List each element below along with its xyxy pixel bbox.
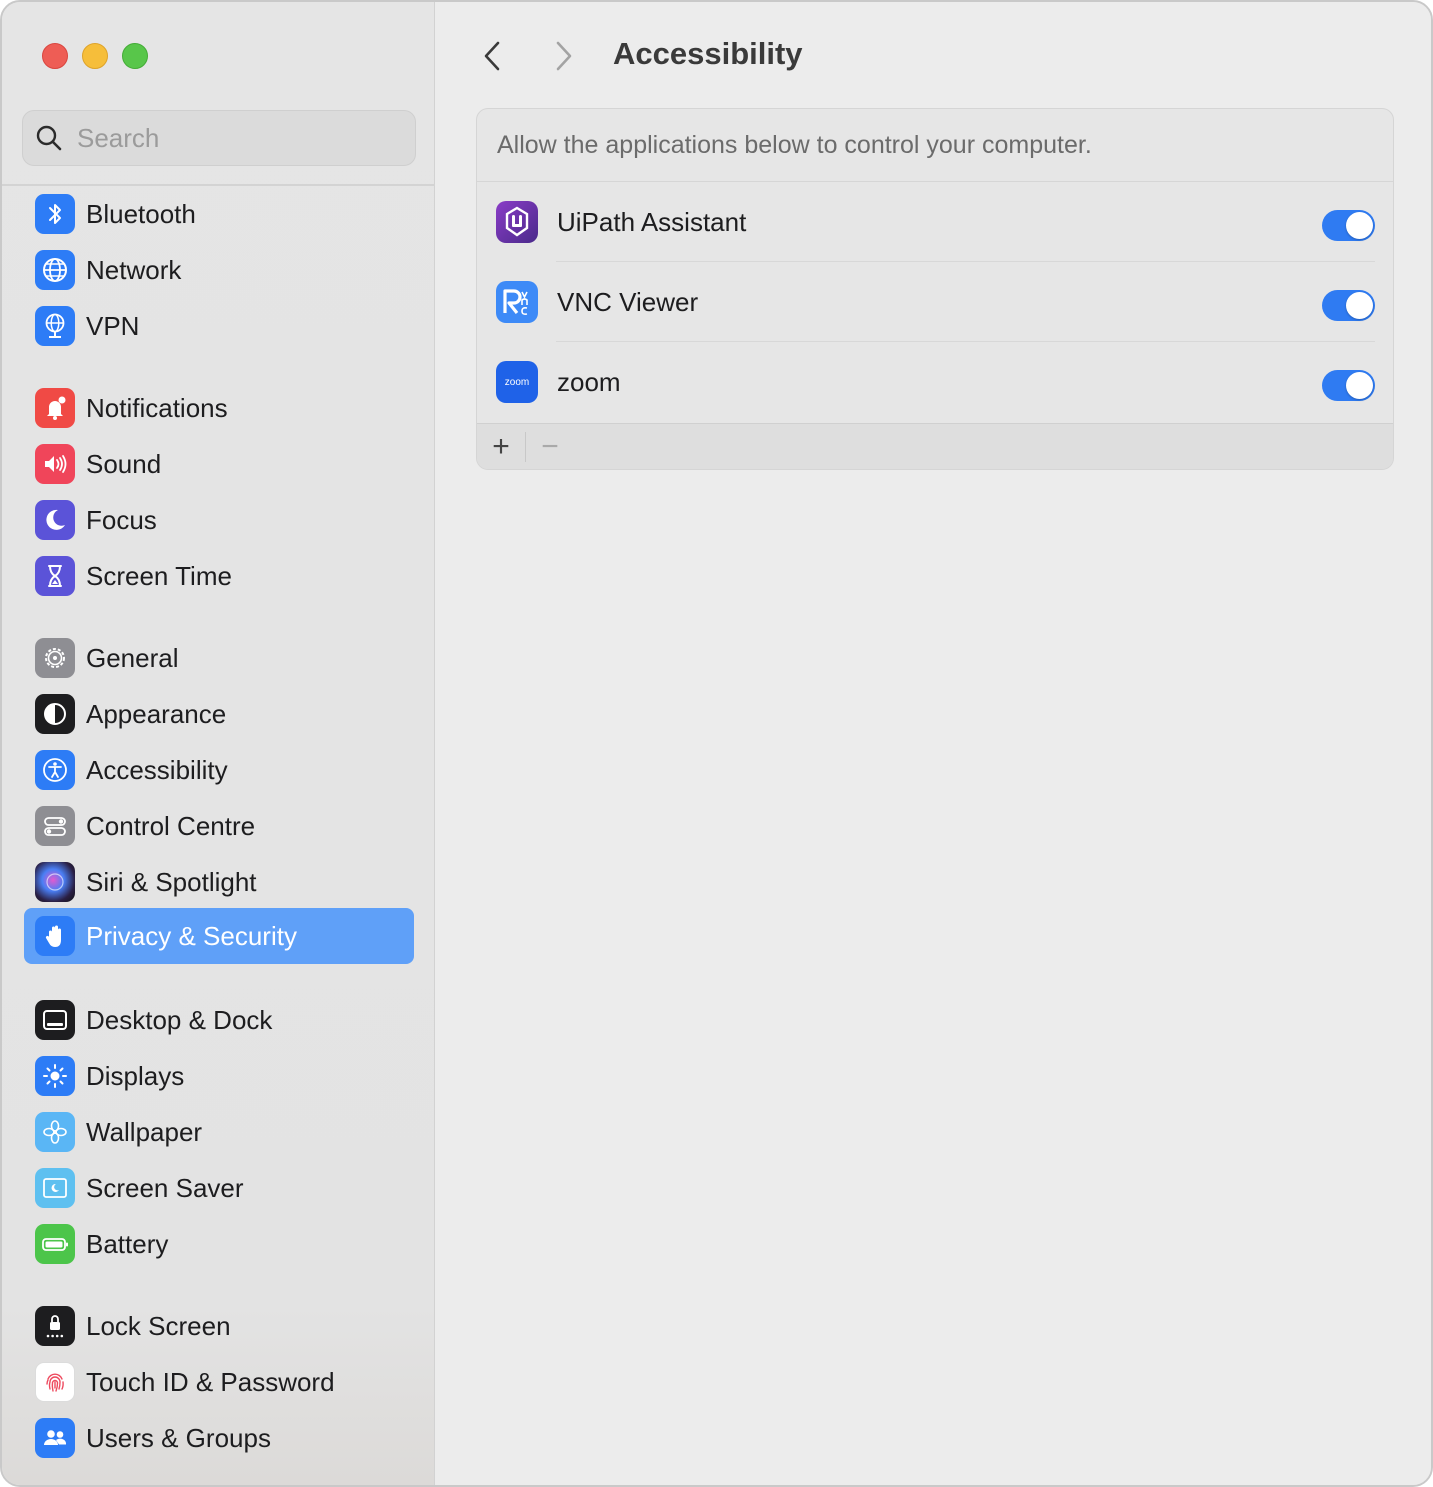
vpn-globe-icon [35,306,75,346]
sidebar-item-siri-spotlight[interactable]: Siri & Spotlight [24,854,414,910]
remove-app-button[interactable]: − [526,424,574,470]
flower-icon [35,1112,75,1152]
system-settings-window: Bluetooth Network VPN Notifications [0,0,1433,1487]
sidebar: Bluetooth Network VPN Notifications [2,2,435,1485]
sidebar-item-screen-time[interactable]: Screen Time [24,548,414,604]
chevron-right-icon [556,41,572,71]
bell-icon [35,388,75,428]
sidebar-item-label: Sound [86,448,162,479]
app-name: UiPath Assistant [557,206,747,237]
siri-icon [35,862,75,902]
sidebar-item-label: Control Centre [86,810,256,841]
sidebar-item-appearance[interactable]: Appearance [24,686,414,742]
toggle-knob [1346,372,1373,399]
vnc-viewer-app-icon [496,281,538,323]
toggle-knob [1346,292,1373,319]
speaker-icon [35,444,75,484]
sidebar-item-focus[interactable]: Focus [24,492,414,548]
sidebar-item-control-centre[interactable]: Control Centre [24,798,414,854]
main-content: Accessibility Allow the applications bel… [436,2,1431,1485]
app-name: zoom [557,366,621,397]
sidebar-item-wallpaper[interactable]: Wallpaper [24,1104,414,1160]
add-app-button[interactable]: + [477,424,525,470]
sidebar-item-label: General [86,642,179,673]
app-name: VNC Viewer [557,286,699,317]
sidebar-item-label: Battery [86,1228,169,1259]
moon-icon [35,500,75,540]
battery-icon [35,1224,75,1264]
hand-icon [35,916,75,956]
sidebar-item-displays[interactable]: Displays [24,1048,414,1104]
app-row-uipath-assistant: UiPath Assistant [477,182,1393,262]
app-row-zoom: zoom zoom [477,342,1393,422]
panel-footer: + − [477,423,1393,469]
zoom-window-button[interactable] [122,43,148,69]
sidebar-item-label: Accessibility [86,754,228,785]
chevron-left-icon [484,41,500,71]
sidebar-item-desktop-dock[interactable]: Desktop & Dock [24,992,414,1048]
uipath-app-icon [496,201,538,243]
sidebar-item-label: Privacy & Security [86,920,297,951]
sidebar-item-label: Screen Time [86,560,232,591]
zoom-app-icon: zoom [496,361,538,403]
sidebar-item-label: Lock Screen [86,1310,231,1341]
lock-icon [35,1306,75,1346]
sidebar-item-label: Focus [86,504,157,535]
hourglass-icon [35,556,75,596]
users-icon [35,1418,75,1458]
sidebar-item-label: Bluetooth [86,198,196,229]
sidebar-item-touch-id-password[interactable]: Touch ID & Password [24,1354,414,1410]
sidebar-item-label: Users & Groups [86,1422,271,1453]
sidebar-item-label: Siri & Spotlight [86,866,257,897]
sidebar-item-label: Notifications [86,392,228,423]
dock-icon [35,1000,75,1040]
sidebar-item-vpn[interactable]: VPN [24,298,414,354]
sun-icon [35,1056,75,1096]
fingerprint-icon [35,1362,75,1402]
forward-button[interactable] [544,36,584,76]
toggle-knob [1346,212,1373,239]
sidebar-item-label: Desktop & Dock [86,1004,273,1035]
search-field[interactable] [22,110,416,166]
sidebar-item-accessibility[interactable]: Accessibility [24,742,414,798]
sidebar-item-network[interactable]: Network [24,242,414,298]
bluetooth-icon [35,194,75,234]
sidebar-item-bluetooth[interactable]: Bluetooth [24,186,414,242]
search-input[interactable] [77,122,377,154]
accessibility-icon [35,750,75,790]
sidebar-item-screen-saver[interactable]: Screen Saver [24,1160,414,1216]
zoom-icon-text: zoom [504,376,530,388]
sidebar-item-label: Network [86,254,182,285]
screensaver-icon [35,1168,75,1208]
page-title: Accessibility [613,36,803,71]
sidebar-item-notifications[interactable]: Notifications [24,380,414,436]
app-row-vnc-viewer: VNC Viewer [477,262,1393,342]
minimize-window-button[interactable] [82,43,108,69]
vnc-viewer-toggle[interactable] [1322,290,1375,321]
sidebar-item-label: Touch ID & Password [86,1366,335,1397]
sidebar-item-battery[interactable]: Battery [24,1216,414,1272]
window-controls [42,43,148,69]
sidebar-item-label: VPN [86,310,140,341]
sidebar-item-lock-screen[interactable]: Lock Screen [24,1298,414,1354]
close-window-button[interactable] [42,43,68,69]
sidebar-item-label: Appearance [86,698,227,729]
sidebar-item-sound[interactable]: Sound [24,436,414,492]
sidebar-item-label: Displays [86,1060,185,1091]
globe-icon [35,250,75,290]
appearance-icon [35,694,75,734]
sidebar-item-users-groups[interactable]: Users & Groups [24,1410,414,1466]
sidebar-item-privacy-security[interactable]: Privacy & Security [24,908,414,964]
accessibility-apps-panel: Allow the applications below to control … [476,108,1394,470]
gear-icon [35,638,75,678]
panel-description: Allow the applications below to control … [477,109,1393,182]
uipath-assistant-toggle[interactable] [1322,210,1375,241]
toggles-icon [35,806,75,846]
sidebar-item-general[interactable]: General [24,630,414,686]
sidebar-item-label: Wallpaper [86,1116,203,1147]
sidebar-item-label: Screen Saver [86,1172,244,1203]
back-button[interactable] [472,36,512,76]
zoom-toggle[interactable] [1322,370,1375,401]
search-icon [36,125,62,151]
